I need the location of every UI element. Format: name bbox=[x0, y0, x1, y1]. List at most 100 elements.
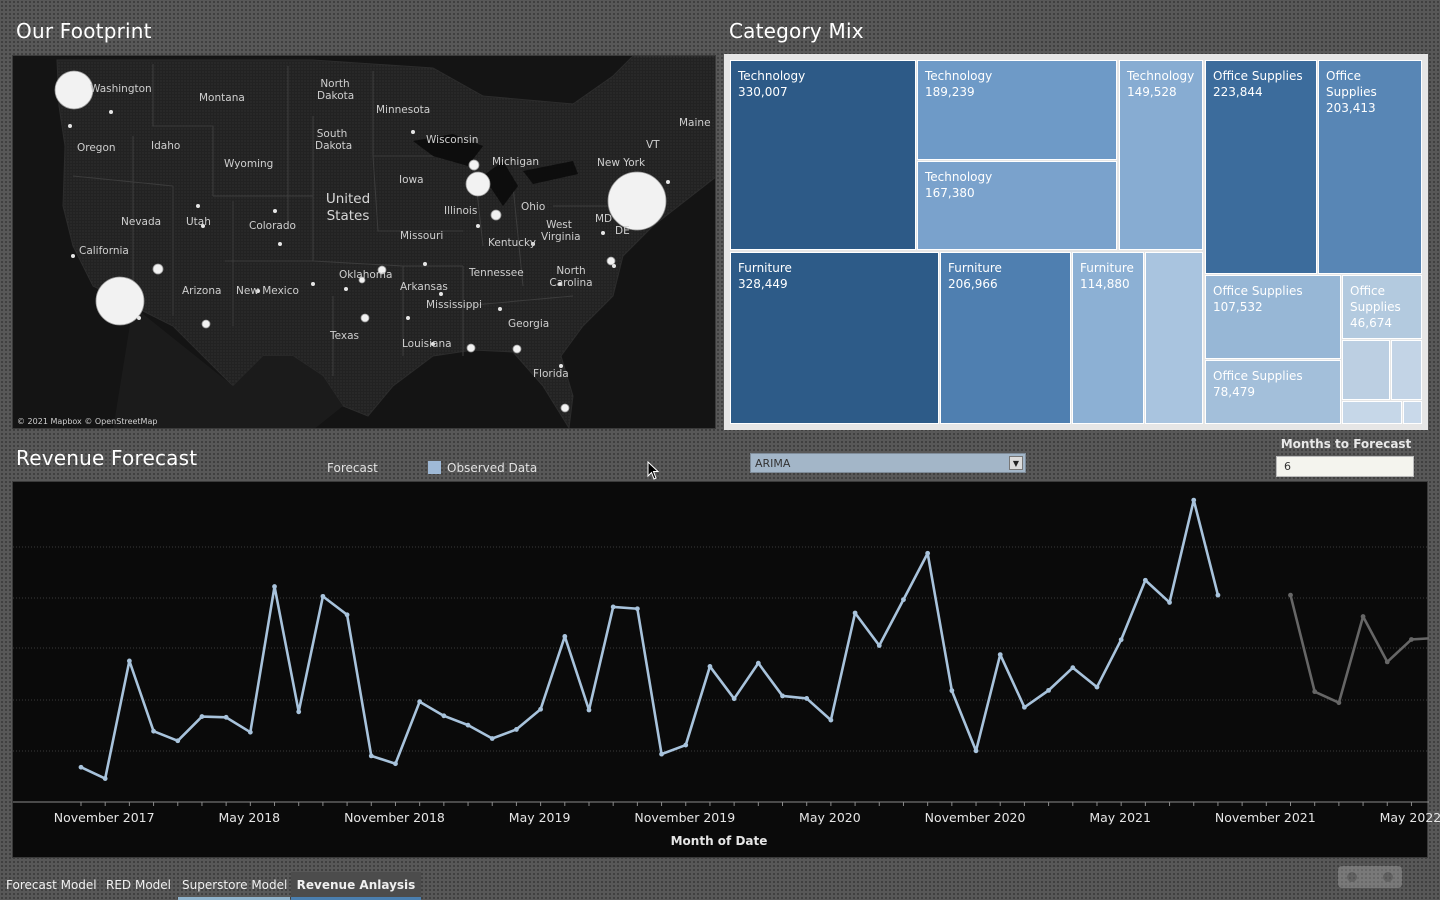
forecast-series-line bbox=[1289, 594, 1436, 705]
treemap-tile[interactable]: Office Supplies 107,532 bbox=[1205, 275, 1341, 359]
treemap-tile[interactable]: Office Supplies 223,844 bbox=[1205, 60, 1317, 274]
treemap-category-label: Furniture bbox=[948, 261, 1002, 275]
treemap-tile[interactable]: Office Supplies 78,479 bbox=[1205, 360, 1341, 424]
treemap-value-label: 328,449 bbox=[738, 277, 788, 291]
observed-data-point bbox=[1167, 600, 1172, 605]
observed-data-point bbox=[852, 610, 858, 616]
observed-data-point bbox=[949, 688, 955, 694]
observed-data-point bbox=[659, 751, 664, 757]
observed-data-point bbox=[223, 714, 229, 720]
map-credit: © 2021 Mapbox © OpenStreetMap bbox=[17, 417, 158, 426]
map-label-oregon: Oregon bbox=[77, 142, 116, 154]
x-tick-label: May 2019 bbox=[508, 810, 571, 825]
observed-data-point bbox=[925, 550, 931, 556]
forecast-data-point bbox=[1336, 700, 1342, 706]
forecast-method-value: ARIMA bbox=[755, 457, 791, 470]
map-label-texas: Texas bbox=[330, 330, 360, 342]
forecast-method-select[interactable]: ARIMA ▼ bbox=[750, 453, 1026, 473]
treemap-category-label: Technology bbox=[925, 170, 993, 184]
bubble-new-york bbox=[607, 171, 667, 231]
legend-forecast-label: Forecast bbox=[327, 461, 378, 475]
chevron-down-icon[interactable]: ▼ bbox=[1009, 456, 1023, 470]
tab-superstore-model[interactable]: Superstore Model bbox=[178, 872, 290, 900]
observed-data-point bbox=[997, 652, 1003, 657]
observed-data-point bbox=[1094, 684, 1100, 690]
forecast-data-point bbox=[1384, 659, 1390, 665]
treemap-tile[interactable] bbox=[1342, 340, 1390, 400]
observed-data-point bbox=[102, 776, 108, 781]
map-label-california: California bbox=[79, 245, 129, 257]
treemap-tile[interactable]: Office Supplies 46,674 bbox=[1342, 275, 1422, 339]
map-label-louisiana: Louisiana bbox=[402, 338, 452, 350]
observed-data-point bbox=[514, 727, 519, 732]
observed-data-point bbox=[804, 696, 810, 701]
observed-data-point bbox=[78, 764, 84, 770]
map-label-michigan: Michigan bbox=[492, 156, 540, 168]
observed-data-point bbox=[151, 728, 156, 734]
map-label-idaho: Idaho bbox=[151, 140, 181, 152]
footprint-map[interactable]: Washington Montana North Dakota Minnesot… bbox=[12, 55, 716, 429]
treemap-tile[interactable]: Furniture 328,449 bbox=[730, 252, 939, 424]
observed-data-point bbox=[199, 714, 205, 719]
treemap-tile[interactable] bbox=[1342, 401, 1402, 424]
treemap-value-label: 78,479 bbox=[1213, 385, 1255, 399]
treemap-value-label: 107,532 bbox=[1213, 300, 1263, 314]
observed-data-point bbox=[707, 664, 713, 669]
legend-observed-label: Observed Data bbox=[447, 461, 538, 475]
x-tick-label: May 2021 bbox=[1089, 810, 1151, 825]
map-label-north-carolina: North Carolina bbox=[549, 265, 593, 289]
revenue-chart bbox=[12, 481, 1439, 858]
map-label-north-dakota: North Dakota bbox=[317, 78, 355, 102]
treemap-value-label: 206,966 bbox=[948, 277, 998, 291]
x-tick-label: May 2018 bbox=[218, 810, 281, 825]
observed-data-point bbox=[272, 584, 277, 589]
treemap-value-label: 167,380 bbox=[925, 186, 975, 200]
treemap-tile[interactable]: Furniture 206,966 bbox=[940, 252, 1071, 424]
observed-data-point bbox=[126, 658, 132, 664]
x-tick-label: November 2021 bbox=[1214, 810, 1316, 825]
map-label-south-dakota: South Dakota bbox=[315, 128, 353, 152]
map-label-utah: Utah bbox=[186, 216, 211, 228]
treemap-tile[interactable]: Technology 189,239 bbox=[917, 60, 1117, 160]
x-tick-label: November 2019 bbox=[634, 810, 736, 825]
revenue-forecast-title: Revenue Forecast bbox=[16, 446, 198, 470]
treemap-tile[interactable]: Office Supplies 203,413 bbox=[1318, 60, 1422, 274]
treemap-value-label: 114,880 bbox=[1080, 277, 1130, 291]
treemap-value-label: 223,844 bbox=[1213, 85, 1263, 99]
treemap-value-label: 203,413 bbox=[1326, 101, 1376, 115]
map-label-georgia: Georgia bbox=[508, 318, 550, 330]
map-label-maine: Maine bbox=[679, 117, 711, 129]
treemap-tile[interactable]: Technology 149,528 bbox=[1119, 60, 1203, 250]
map-label-illinois: Illinois bbox=[444, 205, 478, 217]
observed-data-point bbox=[1191, 497, 1197, 503]
tab-forecast-model[interactable]: Forecast Model bbox=[6, 872, 103, 900]
observed-data-point bbox=[393, 761, 398, 767]
bubble-seattle bbox=[54, 70, 94, 110]
treemap-tile[interactable]: Technology 167,380 bbox=[917, 161, 1117, 250]
observed-data-point bbox=[562, 634, 568, 639]
observed-data-point bbox=[876, 643, 882, 648]
tab-revenue-analysis[interactable]: Revenue Anlaysis bbox=[291, 872, 421, 900]
observed-data-point bbox=[1046, 687, 1051, 693]
treemap-tile[interactable] bbox=[1145, 252, 1203, 424]
observed-data-point bbox=[731, 696, 737, 702]
observed-data-point bbox=[683, 742, 689, 748]
treemap-tile[interactable]: Furniture 114,880 bbox=[1072, 252, 1144, 424]
forecast-data-point bbox=[1360, 614, 1366, 619]
x-tick-label: November 2017 bbox=[53, 810, 155, 825]
map-label-de: DE bbox=[615, 225, 630, 237]
observed-data-point bbox=[610, 604, 616, 610]
months-to-forecast-input[interactable]: 6 bbox=[1276, 456, 1414, 477]
treemap-tile[interactable] bbox=[1403, 401, 1422, 424]
category-treemap[interactable]: Technology 330,007 Technology 189,239 Techno… bbox=[724, 54, 1428, 430]
map-label-wisconsin: Wisconsin bbox=[426, 134, 479, 146]
observed-data-point bbox=[1070, 665, 1076, 671]
tab-red-model[interactable]: RED Model bbox=[106, 872, 171, 900]
map-label-washington: Washington bbox=[90, 83, 152, 95]
observed-data-point bbox=[586, 707, 592, 713]
treemap-category-label: Office Supplies bbox=[1213, 284, 1303, 298]
observed-data-point bbox=[296, 709, 302, 715]
map-label-ohio: Ohio bbox=[521, 201, 546, 213]
treemap-tile[interactable] bbox=[1391, 340, 1422, 400]
treemap-tile[interactable]: Technology 330,007 bbox=[730, 60, 916, 250]
